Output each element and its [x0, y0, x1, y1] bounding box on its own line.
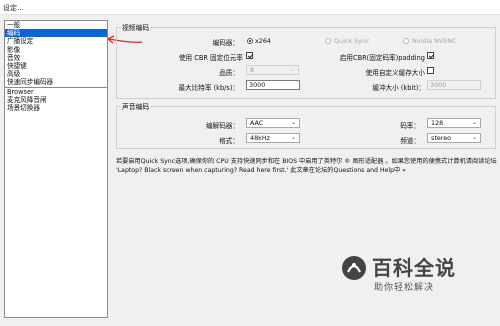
category-list[interactable]: 一般 编码 广播设定 影像 音效 快捷键 高级 快速同步编码器 Browser … — [4, 20, 108, 318]
channels-select[interactable]: stereo ⌄ — [427, 133, 481, 143]
chevron-down-icon: ⌄ — [289, 66, 295, 73]
audio-encoding-title: 声音编码 — [121, 101, 151, 111]
channels-value: stereo — [431, 134, 452, 142]
quicksync-label[interactable]: Quick Sync — [334, 37, 370, 45]
quicksync-radio[interactable] — [325, 38, 331, 44]
encoder-label: 编码器： — [212, 39, 239, 47]
chevron-down-icon: ⌄ — [290, 134, 296, 141]
watermark-subtitle: 助你轻松解决 — [374, 283, 435, 293]
watermark-logo-icon — [342, 256, 366, 280]
chevron-down-icon: ⌄ — [471, 119, 477, 126]
format-label: 格式： — [219, 137, 239, 145]
format-value: 48kHz — [250, 134, 270, 142]
buffer-size-input[interactable]: 3000 — [427, 80, 481, 90]
x264-label[interactable]: x264 — [255, 37, 271, 45]
codec-value: AAC — [250, 119, 264, 127]
quality-value: 8 — [250, 66, 255, 74]
max-bitrate-input[interactable]: 3000 — [246, 80, 300, 90]
category-item-audio[interactable]: 音效 — [5, 54, 107, 62]
chevron-down-icon: ⌄ — [471, 134, 477, 141]
window-title: 设定... — [3, 4, 24, 12]
title-bar: 设定... — [0, 0, 500, 15]
category-item-browser[interactable]: Browser — [5, 86, 107, 96]
watermark: 百科全说 助你轻松解决 — [340, 252, 500, 306]
buffer-size-label: 缓冲大小 (kbit)： — [372, 84, 425, 92]
nvenc-label[interactable]: Nvidia NVENC — [412, 37, 457, 45]
video-encoding-title: 视频编码 — [121, 22, 151, 32]
custom-buffer-label: 使用自定义缓存大小 — [365, 69, 425, 77]
codec-select[interactable]: AAC ⌄ — [246, 118, 300, 128]
cbr-padding-label: 启用CBR(固定码率)padding — [339, 54, 425, 62]
quality-select[interactable]: 8 ⌄ — [246, 65, 299, 75]
channels-label: 频道： — [400, 137, 420, 145]
cbr-label: 使用 CBR 固定位元率 — [178, 54, 243, 62]
quality-label: 品质： — [219, 69, 239, 77]
category-item-hotkeys[interactable]: 快捷键 — [5, 62, 107, 70]
category-item-quicksync[interactable]: 快速同步编码器 — [5, 78, 107, 86]
watermark-title: 百科全说 — [372, 256, 456, 280]
x264-radio[interactable] — [247, 38, 253, 44]
bitrate-value: 128 — [431, 119, 444, 127]
cbr-padding-checkbox[interactable] — [427, 52, 434, 59]
format-select[interactable]: 48kHz ⌄ — [246, 133, 300, 143]
custom-buffer-checkbox[interactable] — [427, 67, 434, 74]
category-item-video[interactable]: 影像 — [5, 46, 107, 54]
category-item-scene-switcher[interactable]: 场景切换器 — [5, 104, 107, 112]
category-item-noise-gate[interactable]: 麦克风降音闸 — [5, 96, 107, 104]
chevron-down-icon: ⌄ — [290, 119, 296, 126]
category-item-broadcast[interactable]: 广播设定 — [5, 37, 107, 45]
max-bitrate-label: 最大比特率 (kb/s)： — [178, 84, 239, 92]
cbr-checkbox[interactable] — [246, 52, 253, 59]
bitrate-label: 码率： — [400, 122, 420, 130]
nvenc-radio[interactable] — [403, 38, 409, 44]
category-item-general[interactable]: 一般 — [5, 21, 107, 29]
quicksync-info-text: 若要启用Quick Sync选项,确保你的 CPU 支持快速同步和在 BIOS … — [116, 158, 497, 174]
bitrate-select[interactable]: 128 ⌄ — [427, 118, 481, 128]
codec-label: 编解码器： — [206, 122, 239, 130]
